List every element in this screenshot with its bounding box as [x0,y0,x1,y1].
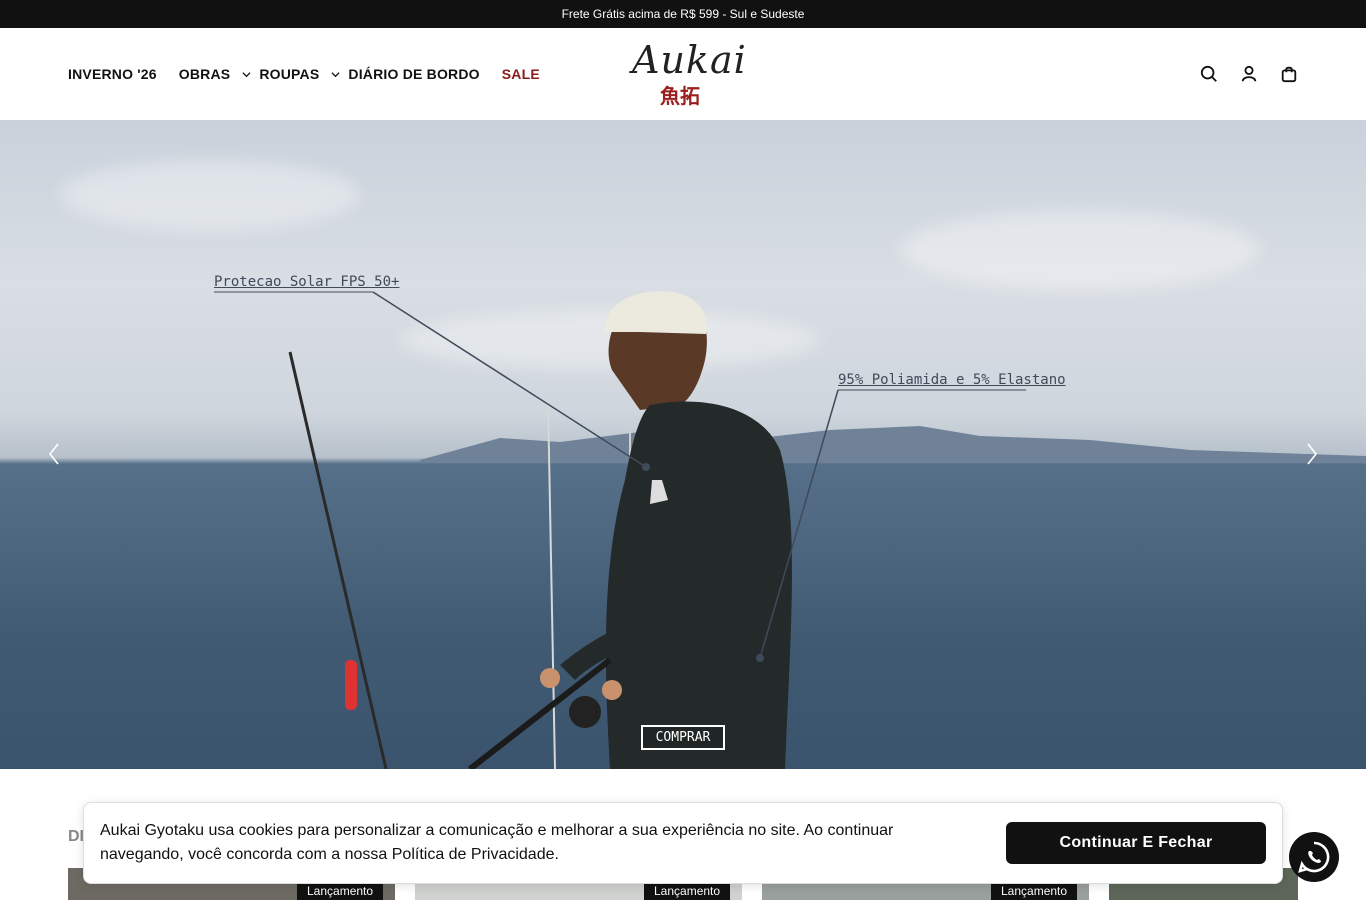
annotation-sun-protection: Protecao Solar FPS 50+ [214,274,400,290]
nav-item-obras[interactable]: OBRAS [179,66,260,82]
chevron-down-icon [242,71,251,77]
annotation-fabric: 95% Poliamida e 5% Elastano [838,372,1066,388]
logo-kanji: 魚拓 [660,84,700,108]
section-title: DI [68,828,84,845]
launch-badge: Lançamento [297,882,384,900]
launch-badge: Lançamento [991,882,1078,900]
chevron-down-icon [331,71,340,77]
main-nav: INVERNO '26 OBRAS ROUPAS DIÁRIO DE BORDO… [68,28,540,120]
account-icon[interactable] [1240,64,1258,84]
cookie-banner: Aukai Gyotaku usa cookies para personali… [83,802,1283,884]
hero-image [214,291,1366,769]
nav-item-sale[interactable]: SALE [502,66,540,82]
whatsapp-button[interactable] [1289,832,1339,882]
continue-close-button[interactable]: Continuar E Fechar [1006,822,1266,864]
hero-slideshow: Protecao Solar FPS 50+ 95% Poliamida e 5… [0,120,1366,769]
nav-item-label: DIÁRIO DE BORDO [348,66,480,82]
nav-item-label: SALE [501,66,540,82]
nav-item-label: OBRAS [178,66,231,82]
launch-badge: Lançamento [644,882,731,900]
nav-item-diario[interactable]: DIÁRIO DE BORDO [348,66,479,82]
cookie-text: Aukai Gyotaku usa cookies para personali… [100,822,894,863]
whatsapp-icon [1298,841,1330,873]
nav-item-inverno[interactable]: INVERNO '26 [68,66,157,82]
slide-next-arrow-icon[interactable] [1302,440,1322,468]
announcement-text: Frete Grátis acima de R$ 599 - Sul e Sud… [561,7,805,21]
header-icons [1200,64,1298,84]
search-icon[interactable] [1200,64,1218,84]
site-header: INVERNO '26 OBRAS ROUPAS DIÁRIO DE BORDO… [0,28,1366,120]
announcement-bar: Frete Grátis acima de R$ 599 - Sul e Sud… [0,0,1366,28]
logo-script: Aukai [632,38,747,82]
nav-item-label: ROUPAS [259,66,320,82]
nav-item-roupas[interactable]: ROUPAS [259,66,348,82]
comprar-button[interactable]: COMPRAR [641,725,725,750]
slide-prev-arrow-icon[interactable] [44,440,64,468]
brand-logo[interactable]: Aukai 魚拓 [630,38,746,110]
cart-icon[interactable] [1280,64,1298,84]
nav-item-label: INVERNO '26 [68,66,157,82]
